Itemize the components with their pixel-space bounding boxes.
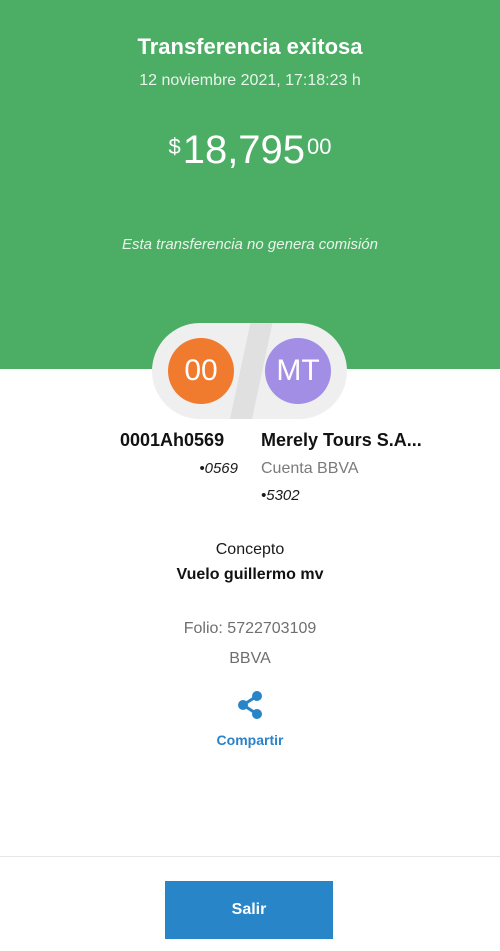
- origin-account-name: 0001Ah0569: [120, 430, 225, 450]
- transfer-datetime: 12 noviembre 2021, 17:18:23 h: [139, 72, 361, 89]
- destination-account-name: Merely Tours S.A...: [261, 430, 422, 450]
- transfer-amount: $18,79500: [0, 130, 500, 170]
- destination-account-number: •5302: [261, 487, 300, 504]
- fee-note: Esta transferencia no genera comisión: [122, 236, 378, 253]
- concept-value: Vuelo guillermo mv: [176, 566, 324, 583]
- folio-number: Folio: 5722703109: [183, 620, 317, 637]
- share-button[interactable]: Compartir: [0, 732, 500, 748]
- footer-divider: [0, 856, 500, 857]
- share-icon[interactable]: [236, 690, 264, 720]
- transfer-receipt-screen: Transferencia exitosa 12 noviembre 2021,…: [0, 0, 500, 951]
- bank-name: BBVA: [229, 650, 271, 667]
- concept-label: Concepto: [215, 541, 285, 558]
- destination-avatar: MT: [265, 338, 331, 404]
- exit-button[interactable]: Salir: [165, 881, 333, 939]
- origin-account: 0001Ah0569 •0569: [120, 430, 238, 477]
- origin-avatar: 00: [168, 338, 234, 404]
- amount-integer: 18,795: [182, 128, 306, 172]
- destination-account-bank: Cuenta BBVA: [261, 460, 359, 477]
- origin-account-number: •0569: [199, 460, 238, 477]
- success-header: Transferencia exitosa 12 noviembre 2021,…: [0, 0, 500, 369]
- currency-symbol: $: [168, 134, 181, 159]
- amount-cents: 00: [307, 134, 332, 159]
- accounts-avatar-pill: 00 MT: [152, 323, 347, 419]
- destination-account: Merely Tours S.A... Cuenta BBVA •5302: [261, 430, 461, 504]
- page-title: Transferencia exitosa: [137, 34, 363, 59]
